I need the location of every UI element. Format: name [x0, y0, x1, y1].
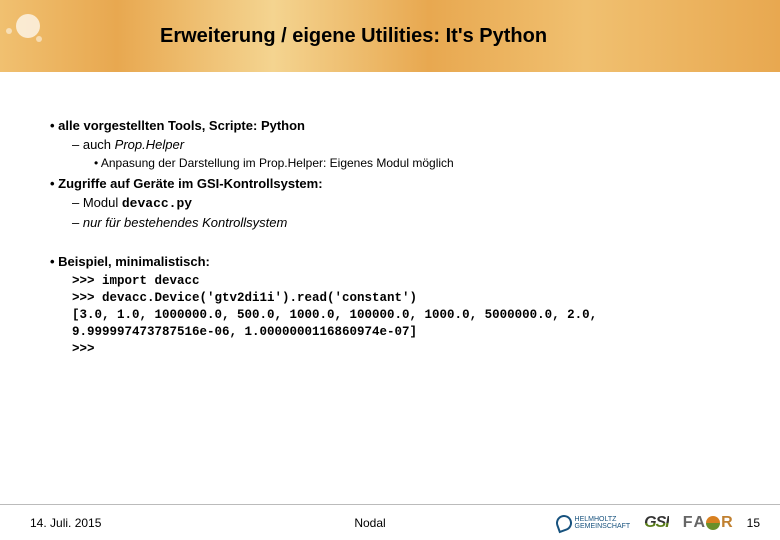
bullet-zugriffe: Zugriffe auf Geräte im GSI-Kontrollsyste…	[50, 176, 730, 191]
slide-body: alle vorgestellten Tools, Scripte: Pytho…	[0, 72, 780, 371]
code-example: >>> import devacc >>> devacc.Device('gtv…	[72, 273, 730, 357]
subsubbullet-anpassung: Anpasung der Darstellung im Prop.Helper:…	[94, 156, 730, 170]
gsi-logo-icon: GSI	[644, 514, 669, 532]
fair-logo-icon: F A R	[683, 514, 733, 532]
code-line: >>>	[72, 341, 730, 358]
code-line: >>> import devacc	[72, 273, 730, 290]
slide-title: Erweiterung / eigene Utilities: It's Pyt…	[160, 25, 547, 48]
slide-footer: 14. Juli. 2015 Nodal HELMHOLTZ GEMEINSCH…	[0, 504, 780, 540]
slide-header: Erweiterung / eigene Utilities: It's Pyt…	[0, 0, 780, 72]
helmholtz-logo-icon: HELMHOLTZ GEMEINSCHAFT	[556, 515, 631, 531]
bullet-tools-python: alle vorgestellten Tools, Scripte: Pytho…	[50, 118, 730, 133]
bullet-beispiel: Beispiel, minimalistisch:	[50, 254, 730, 269]
code-line: [3.0, 1.0, 1000000.0, 500.0, 1000.0, 100…	[72, 307, 730, 341]
footer-center-label: Nodal	[300, 516, 440, 530]
subbullet-modul: Modul devacc.py	[72, 195, 730, 211]
header-ornament-icon	[6, 8, 52, 54]
page-number: 15	[747, 516, 760, 530]
footer-logos: HELMHOLTZ GEMEINSCHAFT GSI F A R 15	[460, 514, 760, 532]
subbullet-prophelper: auch Prop.Helper	[72, 137, 730, 152]
code-line: >>> devacc.Device('gtv2di1i').read('cons…	[72, 290, 730, 307]
subbullet-nur-bestehend: nur für bestehendes Kontrollsystem	[72, 215, 730, 230]
footer-date: 14. Juli. 2015	[30, 516, 280, 530]
